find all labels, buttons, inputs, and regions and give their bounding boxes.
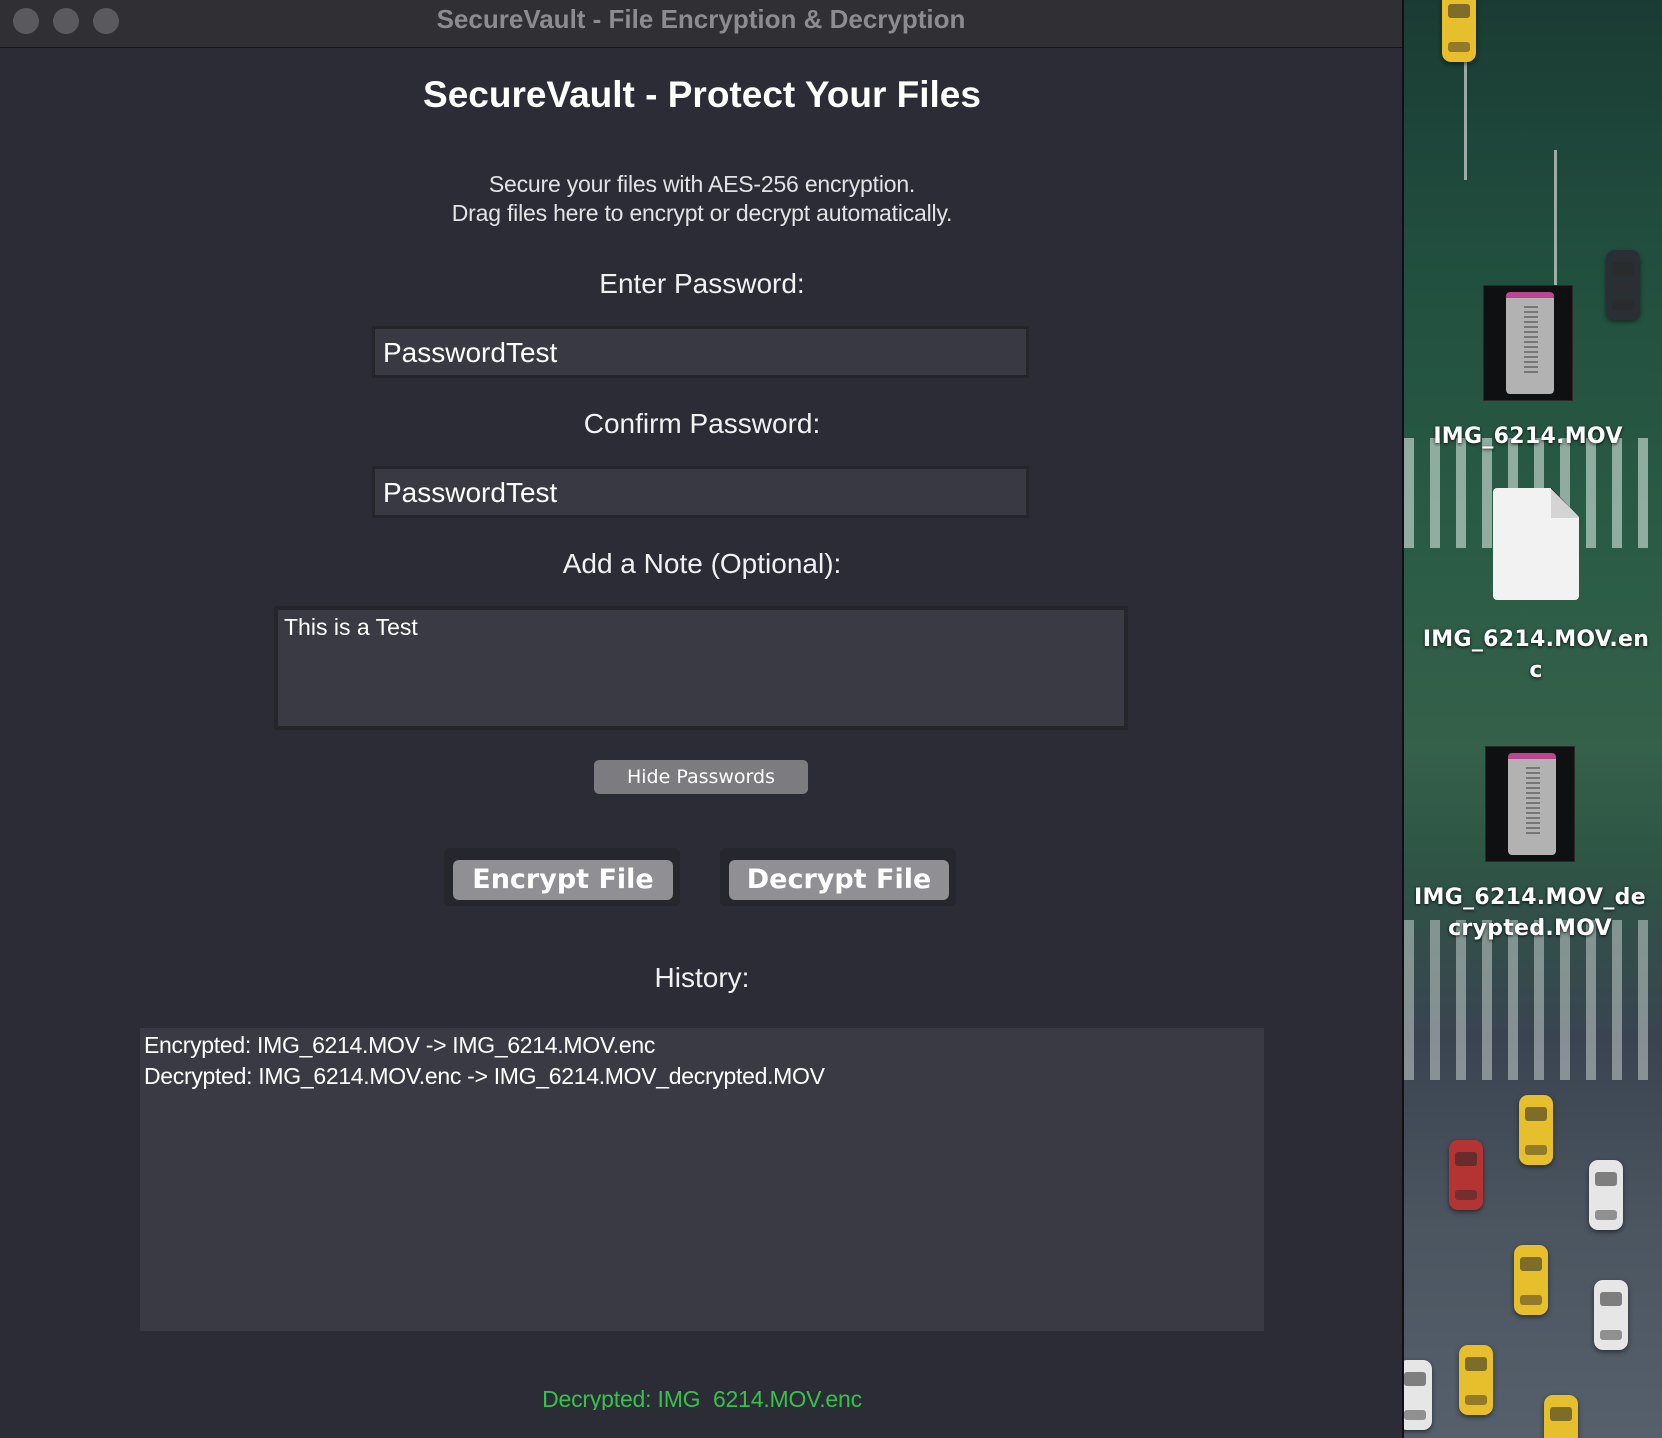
desktop-icon-decrypted[interactable]: IMG_6214.MOV_decrypted.MOV xyxy=(1410,746,1650,944)
video-thumbnail-icon xyxy=(1483,285,1573,401)
decrypt-file-button[interactable]: Decrypt File xyxy=(729,860,949,900)
desktop-icon-enc[interactable]: IMG_6214.MOV.enc xyxy=(1416,488,1656,686)
taxi-car xyxy=(1442,0,1476,62)
history-label: History: xyxy=(654,962,750,993)
title-bar[interactable]: SecureVault - File Encryption & Decrypti… xyxy=(0,0,1402,48)
hide-passwords-button[interactable]: Hide Passwords xyxy=(594,760,808,794)
history-entry: Encrypted: IMG_6214.MOV -> IMG_6214.MOV.… xyxy=(144,1032,656,1058)
desktop-icon-label: IMG_6214.MOV xyxy=(1433,424,1623,449)
app-title: SecureVault - Protect Your Files xyxy=(423,74,981,115)
history-log[interactable]: Encrypted: IMG_6214.MOV -> IMG_6214.MOV.… xyxy=(140,1028,1264,1331)
subtitle-line: Drag files here to encrypt or decrypt au… xyxy=(451,200,953,226)
app-window: SecureVault - File Encryption & Decrypti… xyxy=(0,0,1404,1438)
road-marking xyxy=(1464,60,1467,180)
taxi-car xyxy=(1514,1245,1548,1315)
subtitle-line: Secure your files with AES-256 encryptio… xyxy=(488,171,916,197)
encrypt-button-frame: Encrypt File xyxy=(444,848,680,906)
desktop-icon-label: IMG_6214.MOV.enc xyxy=(1422,627,1650,683)
desktop-icon-label: IMG_6214.MOV_decrypted.MOV xyxy=(1414,885,1646,941)
car xyxy=(1449,1140,1483,1210)
window-title: SecureVault - File Encryption & Decrypti… xyxy=(436,4,966,34)
car xyxy=(1404,1360,1432,1430)
decrypt-button-frame: Decrypt File xyxy=(720,848,956,906)
encrypt-file-button[interactable]: Encrypt File xyxy=(453,860,673,900)
password-label: Enter Password: xyxy=(599,268,805,299)
note-label: Add a Note (Optional): xyxy=(562,548,842,579)
crosswalk xyxy=(1404,920,1662,1080)
status-message: Decrypted: IMG_6214.MOV.enc xyxy=(542,1386,862,1410)
video-thumbnail-icon xyxy=(1485,746,1575,862)
car xyxy=(1589,1160,1623,1230)
confirm-password-label: Confirm Password: xyxy=(583,408,821,439)
taxi-car xyxy=(1519,1095,1553,1165)
taxi-car xyxy=(1544,1395,1578,1438)
note-textarea[interactable]: This is a Test xyxy=(274,606,1128,730)
taxi-car xyxy=(1459,1345,1493,1415)
app-subtitle: Secure your files with AES-256 encryptio… xyxy=(0,170,1402,228)
desktop-wallpaper: IMG_6214.MOV IMG_6214.MOV.enc IMG_6214.M… xyxy=(1404,0,1662,1438)
password-field[interactable]: PasswordTest xyxy=(372,326,1029,378)
car xyxy=(1594,1280,1628,1350)
history-entry: Decrypted: IMG_6214.MOV.enc -> IMG_6214.… xyxy=(144,1063,825,1089)
desktop-icon-mov[interactable]: IMG_6214.MOV xyxy=(1408,285,1648,452)
road-marking xyxy=(1554,150,1557,290)
generic-document-icon xyxy=(1493,488,1579,600)
confirm-password-field[interactable]: PasswordTest xyxy=(372,466,1029,518)
